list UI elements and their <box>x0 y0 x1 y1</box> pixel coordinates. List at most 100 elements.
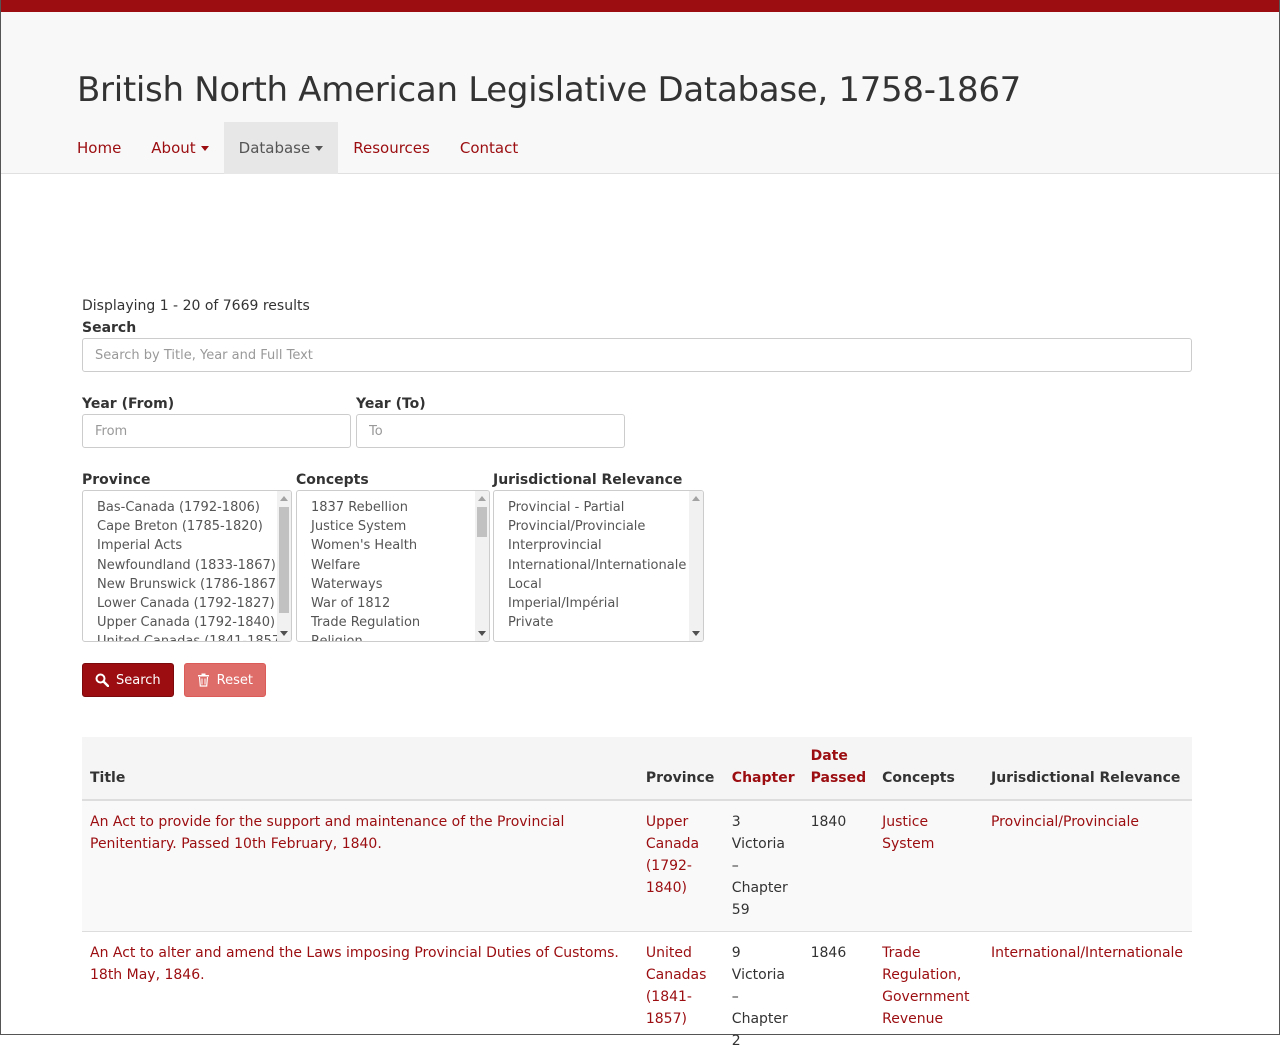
form-actions: Search Reset <box>82 663 1192 697</box>
jurisdiction-link[interactable]: International/Internationale <box>991 945 1183 961</box>
year-from-label: Year (From) <box>82 394 351 414</box>
province-filter: Province Bas-Canada (1792-1806) Cape Bre… <box>82 470 292 642</box>
year-from-group: Year (From) <box>82 394 351 448</box>
province-option[interactable]: United Canadas (1841-1857) <box>97 632 291 642</box>
jurisdiction-label: Jurisdictional Relevance <box>493 470 704 490</box>
nav-contact[interactable]: Contact <box>445 122 533 174</box>
jurisdiction-scrollbar[interactable] <box>689 491 703 641</box>
jurisdiction-option[interactable]: Provincial/Provinciale <box>508 517 703 536</box>
concepts-filter: Concepts 1837 Rebellion Justice System W… <box>296 470 490 642</box>
search-panel: Displaying 1 - 20 of 7669 results Search… <box>82 296 1192 1062</box>
jurisdiction-link[interactable]: Provincial/Provinciale <box>991 814 1139 830</box>
scrollbar-thumb[interactable] <box>279 507 289 613</box>
nav-database-label: Database <box>239 139 311 157</box>
reset-button[interactable]: Reset <box>184 663 266 697</box>
caret-down-icon <box>201 146 209 151</box>
province-option[interactable]: Upper Canada (1792-1840) <box>97 613 291 632</box>
province-option[interactable]: Newfoundland (1833-1867) <box>97 556 291 575</box>
chapter-cell: 9 Victoria – Chapter 2 <box>724 932 803 1062</box>
search-button[interactable]: Search <box>82 663 174 697</box>
year-to-input[interactable] <box>356 414 625 448</box>
jurisdiction-option[interactable]: Interprovincial <box>508 536 703 555</box>
nav-about[interactable]: About <box>136 122 223 174</box>
act-title-link[interactable]: An Act to provide for the support and ma… <box>90 814 564 852</box>
concept-option[interactable]: 1837 Rebellion <box>311 498 489 517</box>
jurisdiction-option[interactable]: Provincial - Partial <box>508 498 703 517</box>
jurisdiction-option[interactable]: Imperial/Impérial <box>508 594 703 613</box>
year-to-label: Year (To) <box>356 394 625 414</box>
act-title-link[interactable]: An Act to alter and amend the Laws impos… <box>90 945 619 983</box>
reset-button-label: Reset <box>217 673 253 688</box>
concept-option[interactable]: Justice System <box>311 517 489 536</box>
jurisdiction-option[interactable]: Private <box>508 613 703 632</box>
date-cell: 1846 <box>803 932 875 1062</box>
site-header: British North American Legislative Datab… <box>1 12 1279 174</box>
concept-option[interactable]: War of 1812 <box>311 594 489 613</box>
scroll-up-icon[interactable] <box>280 496 288 501</box>
province-scrollbar[interactable] <box>277 491 291 641</box>
search-label: Search <box>82 318 1192 338</box>
scroll-up-icon[interactable] <box>478 496 486 501</box>
nav-home-label: Home <box>77 139 121 157</box>
results-count: Displaying 1 - 20 of 7669 results <box>82 296 1192 318</box>
scroll-down-icon[interactable] <box>692 631 700 636</box>
table-row: An Act to provide for the support and ma… <box>82 800 1192 932</box>
concept-option[interactable]: Women's Health <box>311 536 489 555</box>
concepts-scrollbar[interactable] <box>475 491 489 641</box>
jurisdiction-listbox[interactable]: Provincial - Partial Provincial/Provinci… <box>493 490 704 642</box>
province-option[interactable]: Cape Breton (1785-1820) <box>97 517 291 536</box>
search-icon <box>95 673 109 687</box>
province-label: Province <box>82 470 292 490</box>
caret-down-icon <box>315 146 323 151</box>
col-header-date-passed[interactable]: Date Passed <box>803 737 875 800</box>
col-header-title: Title <box>82 737 638 800</box>
col-header-province: Province <box>638 737 724 800</box>
jurisdiction-option[interactable]: Local <box>508 575 703 594</box>
site-title: British North American Legislative Datab… <box>77 70 1021 110</box>
province-option[interactable]: Lower Canada (1792-1827) <box>97 594 291 613</box>
col-header-concepts: Concepts <box>874 737 983 800</box>
nav-resources-label: Resources <box>353 139 430 157</box>
date-cell: 1840 <box>803 800 875 932</box>
trash-icon <box>197 673 210 687</box>
filter-row: Province Bas-Canada (1792-1806) Cape Bre… <box>82 470 1192 642</box>
province-listbox[interactable]: Bas-Canada (1792-1806) Cape Breton (1785… <box>82 490 292 642</box>
province-option[interactable]: Imperial Acts <box>97 536 291 555</box>
concepts-link[interactable]: Justice System <box>882 814 934 852</box>
jurisdiction-filter: Jurisdictional Relevance Provincial - Pa… <box>493 470 704 642</box>
col-header-jurisdiction: Jurisdictional Relevance <box>983 737 1192 800</box>
results-table: Title Province Chapter Date Passed Conce… <box>82 737 1192 1062</box>
top-accent-bar <box>1 0 1279 12</box>
scroll-down-icon[interactable] <box>280 631 288 636</box>
scrollbar-thumb[interactable] <box>477 507 487 537</box>
concept-option[interactable]: Trade Regulation <box>311 613 489 632</box>
concept-option[interactable]: Waterways <box>311 575 489 594</box>
nav-home[interactable]: Home <box>62 122 136 174</box>
year-to-group: Year (To) <box>356 394 625 448</box>
province-option[interactable]: Bas-Canada (1792-1806) <box>97 498 291 517</box>
concepts-link[interactable]: Trade Regulation, Government Revenue <box>882 945 969 1027</box>
nav-about-label: About <box>151 139 195 157</box>
year-from-input[interactable] <box>82 414 351 448</box>
scroll-up-icon[interactable] <box>692 496 700 501</box>
concepts-listbox[interactable]: 1837 Rebellion Justice System Women's He… <box>296 490 490 642</box>
scroll-down-icon[interactable] <box>478 631 486 636</box>
table-row: An Act to alter and amend the Laws impos… <box>82 932 1192 1062</box>
province-link[interactable]: Upper Canada (1792-1840) <box>646 814 699 896</box>
year-range: Year (From) Year (To) <box>82 394 1192 448</box>
main-nav: Home About Database Resources Contact <box>62 122 533 174</box>
search-input[interactable] <box>82 338 1192 372</box>
chapter-cell: 3 Victoria – Chapter 59 <box>724 800 803 932</box>
concept-option[interactable]: Religion <box>311 632 489 642</box>
table-header-row: Title Province Chapter Date Passed Conce… <box>82 737 1192 800</box>
jurisdiction-option[interactable]: International/Internationale <box>508 556 703 575</box>
col-header-chapter[interactable]: Chapter <box>724 737 803 800</box>
province-option[interactable]: New Brunswick (1786-1867) <box>97 575 291 594</box>
nav-contact-label: Contact <box>460 139 518 157</box>
nav-resources[interactable]: Resources <box>338 122 445 174</box>
province-link[interactable]: United Canadas (1841-1857) <box>646 945 707 1027</box>
search-button-label: Search <box>116 673 161 688</box>
concepts-label: Concepts <box>296 470 490 490</box>
nav-database[interactable]: Database <box>224 122 339 174</box>
concept-option[interactable]: Welfare <box>311 556 489 575</box>
